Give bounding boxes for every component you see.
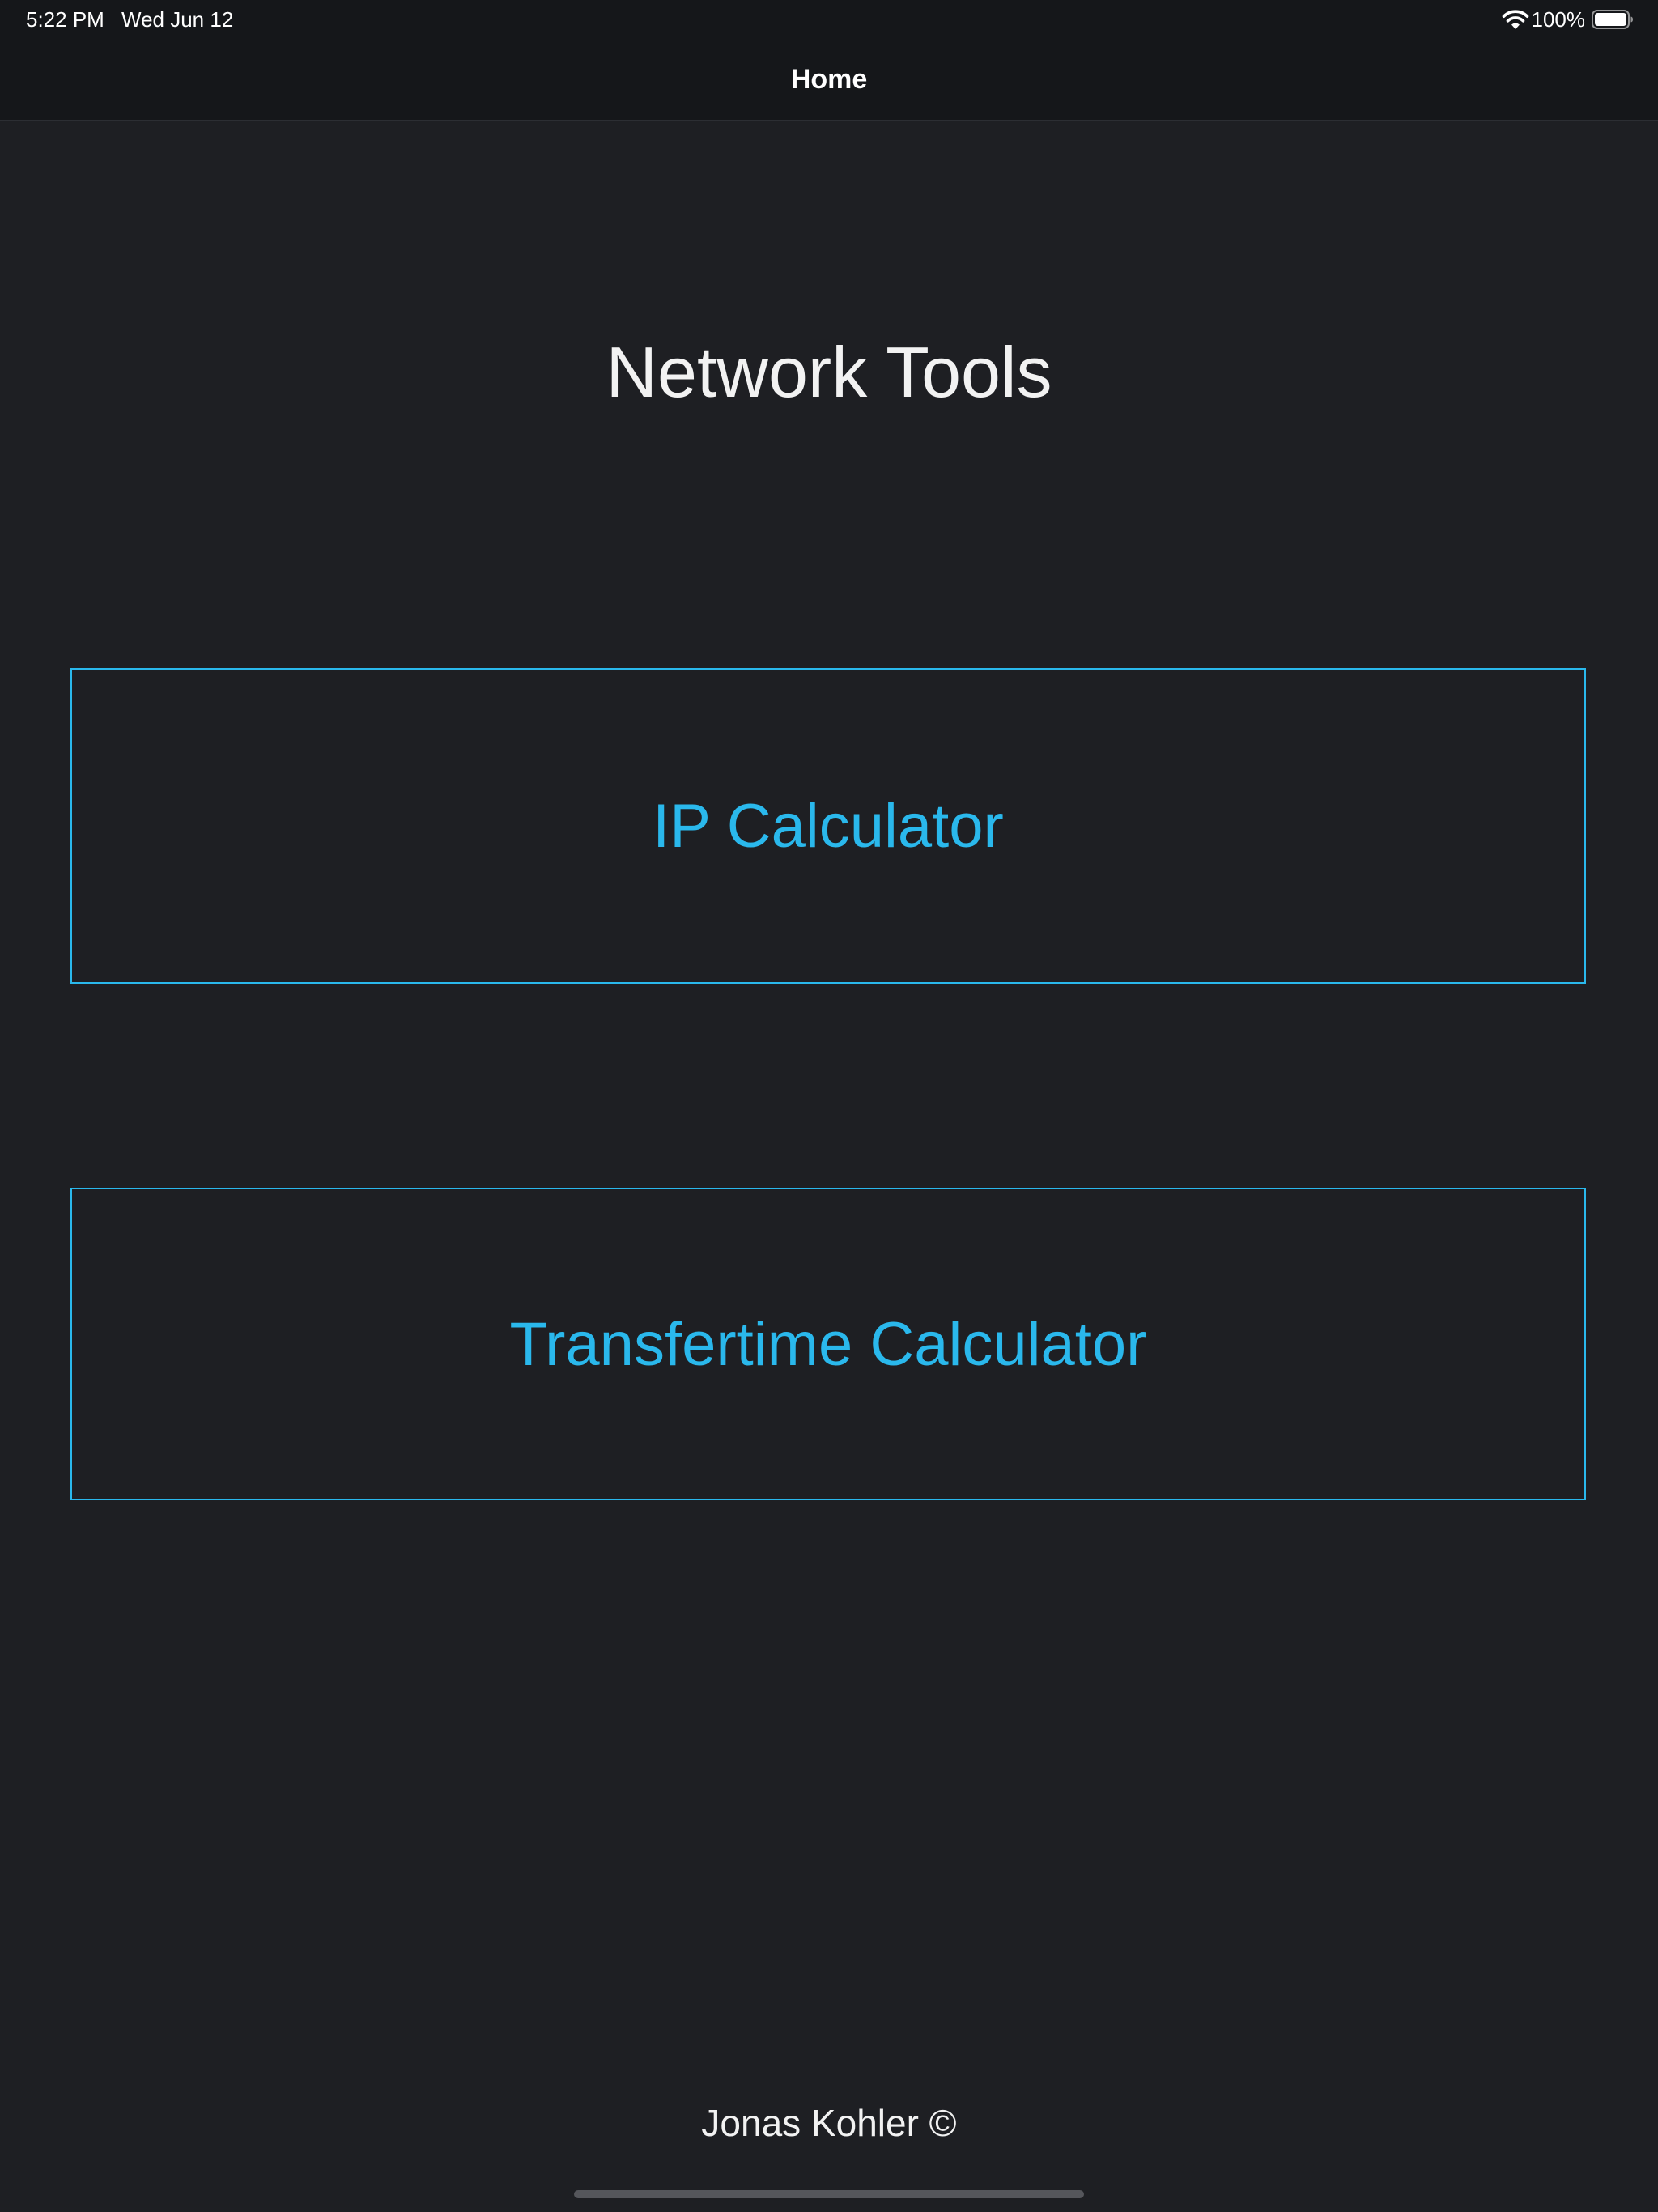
transfertime-calculator-button[interactable]: Transfertime Calculator (70, 1188, 1586, 1500)
battery-percent: 100% (1531, 7, 1586, 32)
battery-icon (1592, 10, 1633, 29)
status-date: Wed Jun 12 (121, 7, 234, 32)
app-screen: 5:22 PM Wed Jun 12 100% Home Network Too… (0, 0, 1658, 2212)
ip-calculator-label: IP Calculator (653, 791, 1004, 861)
home-indicator[interactable] (574, 2190, 1084, 2198)
footer-credit: Jonas Kohler © (701, 2102, 957, 2144)
page-title: Network Tools (606, 332, 1052, 412)
transfertime-calculator-label: Transfertime Calculator (509, 1309, 1147, 1379)
nav-title: Home (790, 64, 868, 95)
ip-calculator-button[interactable]: IP Calculator (70, 668, 1586, 984)
status-time: 5:22 PM (26, 7, 104, 32)
top-bar: 5:22 PM Wed Jun 12 100% Home (0, 0, 1658, 121)
wifi-icon (1502, 10, 1529, 29)
